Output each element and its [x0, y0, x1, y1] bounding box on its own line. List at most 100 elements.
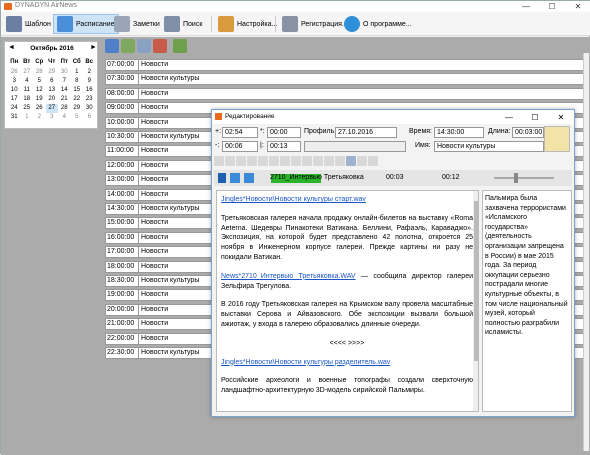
delete-item-icon[interactable]: [153, 39, 167, 53]
schedule-time[interactable]: 18:00:00: [105, 260, 139, 273]
calendar-day[interactable]: 5: [71, 113, 84, 122]
calendar-day[interactable]: 15: [71, 86, 84, 95]
align-right-icon[interactable]: [324, 156, 334, 166]
calendar-day[interactable]: 2: [83, 68, 96, 77]
schedule-time[interactable]: 19:00:00: [105, 289, 139, 302]
volume-thumb[interactable]: [514, 173, 518, 183]
calendar-day[interactable]: 20: [46, 95, 59, 104]
calendar-day[interactable]: 2: [33, 113, 46, 122]
calendar-day[interactable]: 12: [33, 86, 46, 95]
italic-icon[interactable]: [280, 156, 290, 166]
notes-button[interactable]: Заметки: [111, 14, 163, 34]
calendar-day[interactable]: 30: [58, 68, 71, 77]
schedule-time[interactable]: 13:00:00: [105, 174, 139, 187]
schedule-time[interactable]: 09:00:00: [105, 102, 139, 115]
bold-icon[interactable]: [269, 156, 279, 166]
calendar-day[interactable]: 26: [33, 104, 46, 113]
calendar-day[interactable]: 27: [21, 68, 34, 77]
schedule-time[interactable]: 07:00:00: [105, 59, 139, 71]
profile-field[interactable]: 27.10.2016: [335, 127, 397, 138]
calendar-day[interactable]: 27: [45, 104, 58, 113]
template-button[interactable]: Шаблон: [3, 14, 54, 34]
next-month-icon[interactable]: ►: [90, 44, 97, 51]
schedule-time[interactable]: 16:00:00: [105, 231, 139, 244]
schedule-time[interactable]: 22:30:00: [105, 347, 139, 359]
calendar-day[interactable]: 6: [46, 77, 59, 86]
scrollbar[interactable]: [583, 53, 589, 451]
calendar-day[interactable]: 30: [83, 104, 96, 113]
calendar-day[interactable]: 9: [83, 77, 96, 86]
scroll-thumb[interactable]: [474, 201, 478, 361]
close-icon[interactable]: ✕: [565, 1, 590, 12]
schedule-row[interactable]: 08:00:00 Новости: [105, 87, 589, 100]
calendar-day[interactable]: 28: [58, 104, 71, 113]
calendar-day[interactable]: 8: [71, 77, 84, 86]
schedule-time[interactable]: 18:30:00: [105, 275, 139, 287]
star-field[interactable]: 00:00: [267, 127, 301, 138]
calendar-day[interactable]: 25: [21, 104, 34, 113]
text-editor[interactable]: Jingles*Новости\Новости культуры старт.w…: [216, 190, 479, 412]
bar-field[interactable]: 00:13: [267, 141, 301, 152]
schedule-row[interactable]: 07:00:00 Новости: [105, 59, 589, 71]
calendar-day[interactable]: 18: [21, 95, 34, 104]
schedule-time[interactable]: 10:00:00: [105, 116, 139, 129]
calendar-day[interactable]: 4: [21, 77, 34, 86]
calendar-day[interactable]: 5: [33, 77, 46, 86]
calendar-day[interactable]: 1: [21, 113, 34, 122]
schedule-title[interactable]: Новости: [139, 87, 587, 100]
calendar-day[interactable]: 31: [8, 113, 21, 122]
align-center-icon[interactable]: [313, 156, 323, 166]
audio-link[interactable]: Jingles*Новости\Новости культуры раздели…: [221, 359, 390, 366]
calendar-day[interactable]: 16: [83, 86, 96, 95]
calendar-day[interactable]: 29: [46, 68, 59, 77]
schedule-row[interactable]: 07:30:00 Новости культуры: [105, 73, 589, 86]
calendar-day[interactable]: 14: [58, 86, 71, 95]
settings-button[interactable]: Настройка...: [215, 14, 280, 34]
edit-item-icon[interactable]: [137, 39, 151, 53]
calendar-day[interactable]: 11: [21, 86, 34, 95]
text-scrollbar[interactable]: [473, 191, 478, 411]
length-field[interactable]: 00:03:00: [512, 127, 544, 138]
add-item-icon[interactable]: [121, 39, 135, 53]
calendar-day[interactable]: 10: [8, 86, 21, 95]
pause-icon[interactable]: [244, 173, 254, 183]
time-field[interactable]: 14:30:00: [434, 127, 484, 138]
about-button[interactable]: О программе...: [341, 14, 415, 34]
calendar-day[interactable]: 7: [58, 77, 71, 86]
schedule-time[interactable]: 15:00:00: [105, 217, 139, 230]
search-button[interactable]: Поиск: [161, 14, 205, 34]
close-icon[interactable]: ✕: [548, 111, 574, 123]
minimize-icon[interactable]: —: [513, 1, 539, 12]
stop-icon[interactable]: [230, 173, 240, 183]
print-icon[interactable]: [357, 156, 367, 166]
calendar-day[interactable]: 6: [83, 113, 96, 122]
schedule-time[interactable]: 17:00:00: [105, 246, 139, 259]
calendar-day[interactable]: 24: [8, 104, 21, 113]
notes-panel[interactable]: Пальмира была захвачена террористами «Ис…: [482, 190, 572, 412]
cut-icon[interactable]: [214, 156, 224, 166]
schedule-title[interactable]: Новости культуры: [139, 73, 587, 86]
calendar-day[interactable]: 4: [58, 113, 71, 122]
underline-icon[interactable]: [291, 156, 301, 166]
calendar-day[interactable]: 3: [8, 77, 21, 86]
play-icon[interactable]: [218, 173, 226, 183]
schedule-time[interactable]: 11:00:00: [105, 145, 139, 158]
calendar-day[interactable]: 3: [46, 113, 59, 122]
calendar-day[interactable]: 1: [71, 68, 84, 77]
audio-link[interactable]: Jingles*Новости\Новости культуры старт.w…: [221, 196, 366, 203]
calendar-day[interactable]: 13: [46, 86, 59, 95]
refresh-icon[interactable]: [105, 39, 119, 53]
align-left-icon[interactable]: [302, 156, 312, 166]
minimize-icon[interactable]: —: [496, 111, 522, 123]
name-field[interactable]: Новости культуры: [434, 141, 544, 152]
calendar-day[interactable]: 17: [8, 95, 21, 104]
schedule-time[interactable]: 14:30:00: [105, 203, 139, 215]
maximize-icon[interactable]: ☐: [522, 111, 548, 123]
calendar-day[interactable]: 26: [8, 68, 21, 77]
schedule-time[interactable]: 12:00:00: [105, 159, 139, 172]
redo-icon[interactable]: [258, 156, 268, 166]
play-icon[interactable]: [173, 39, 187, 53]
calendar-day[interactable]: 29: [71, 104, 84, 113]
schedule-time[interactable]: 20:00:00: [105, 303, 139, 316]
volume-slider[interactable]: [494, 177, 554, 179]
